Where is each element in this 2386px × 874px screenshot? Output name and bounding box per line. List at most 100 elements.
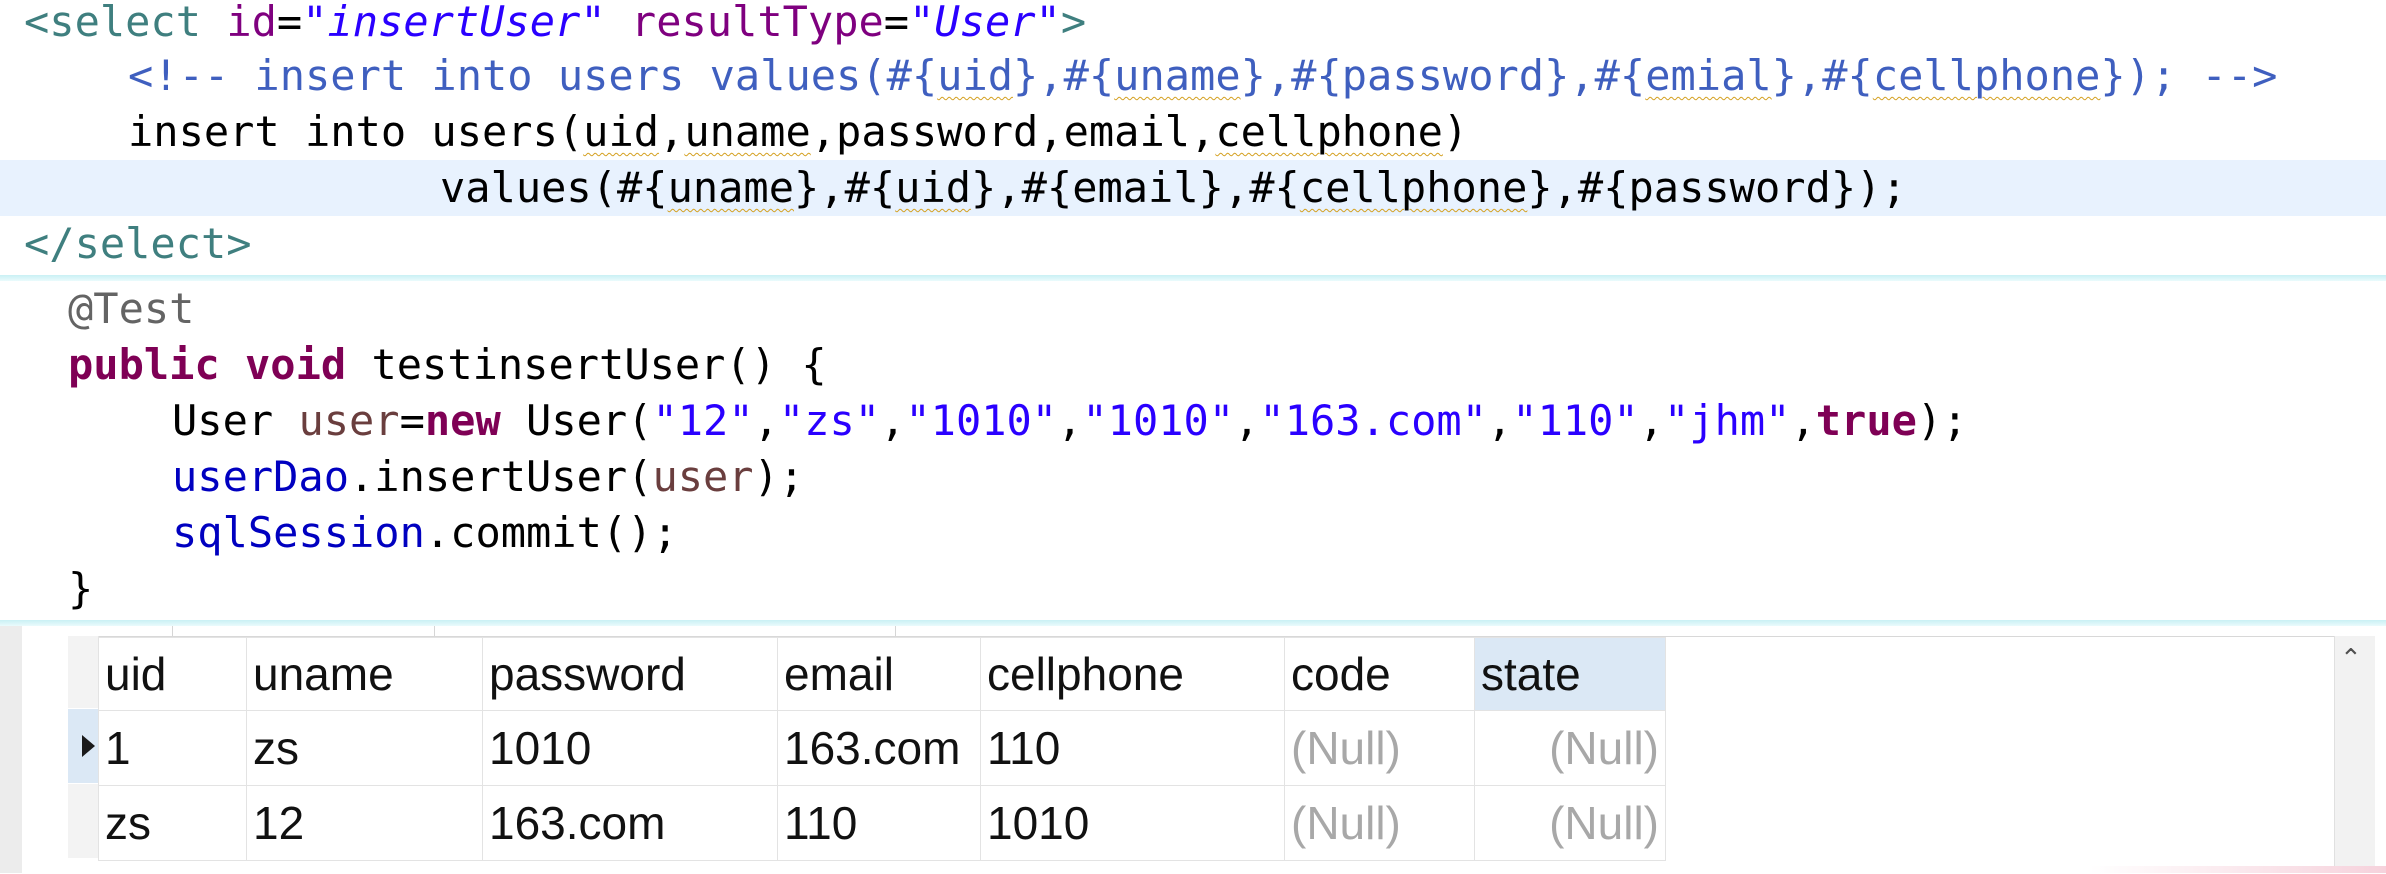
sql-column: uid bbox=[583, 107, 660, 156]
sql-text: , bbox=[659, 107, 685, 156]
status-strip bbox=[2090, 866, 2386, 873]
column-header-state[interactable]: state bbox=[1474, 637, 1666, 711]
row-pointer-icon bbox=[82, 735, 95, 757]
comment-text: cellphone bbox=[1872, 51, 2101, 100]
xml-attr-name: id bbox=[226, 0, 277, 46]
sql-text: ,password,email, bbox=[810, 107, 1216, 156]
table-cell[interactable]: 1010 bbox=[482, 710, 778, 786]
sql-text: ) bbox=[1442, 107, 1469, 156]
code-line-insert: insert into users(uid,uname,password,ema… bbox=[0, 104, 2386, 160]
java-string: "110" bbox=[1512, 396, 1639, 445]
java-string: "1010" bbox=[1082, 396, 1235, 445]
java-string: "jhm" bbox=[1664, 396, 1791, 445]
table-cell[interactable]: 163.com bbox=[482, 785, 778, 861]
sql-param: uid bbox=[895, 163, 972, 212]
row-indicator[interactable] bbox=[68, 784, 99, 858]
column-header-uid[interactable]: uid bbox=[98, 637, 247, 711]
code-line-values-current: values(#{uname},#{uid},#{email},#{cellph… bbox=[0, 160, 2386, 216]
sql-text: insert into users( bbox=[128, 107, 584, 156]
code-line-commit-call: sqlSession.commit(); bbox=[0, 505, 2386, 561]
xml-tag: > bbox=[1060, 0, 1087, 46]
column-header-cellphone[interactable]: cellphone bbox=[980, 637, 1285, 711]
sql-column: uname bbox=[684, 107, 811, 156]
table-cell-null[interactable]: (Null) bbox=[1474, 785, 1666, 861]
grid-gutter bbox=[0, 626, 22, 873]
table-header-row: uid uname password email cellphone code … bbox=[98, 637, 1666, 711]
sql-text: }); bbox=[1830, 163, 1907, 212]
code-line-annotation: @Test bbox=[0, 281, 2386, 337]
result-grid[interactable]: uid uname password email cellphone code … bbox=[68, 636, 2338, 874]
sql-text: },#{ bbox=[1527, 163, 1629, 212]
code-line-select-open: <select id="insertUser" resultType="User… bbox=[0, 0, 2386, 50]
table-row[interactable]: 1 zs 1010 163.com 110 (Null) (Null) bbox=[98, 710, 1666, 786]
java-test-editor[interactable]: @Test public void testinsertUser() { Use… bbox=[0, 281, 2386, 620]
comment-text: uname bbox=[1114, 51, 1241, 100]
result-table: uid uname password email cellphone code … bbox=[98, 637, 1666, 861]
comment-text: uid bbox=[937, 51, 1014, 100]
sql-text: values(#{ bbox=[440, 163, 668, 212]
sql-param: password bbox=[1628, 163, 1831, 212]
java-annotation: @Test bbox=[68, 284, 195, 333]
xml-tag: </select> bbox=[24, 219, 252, 268]
xml-mapper-editor[interactable]: <select id="insertUser" resultType="User… bbox=[0, 0, 2386, 275]
table-cell[interactable]: 1010 bbox=[980, 785, 1285, 861]
table-cell[interactable]: zs bbox=[246, 710, 483, 786]
table-cell[interactable]: zs bbox=[98, 785, 247, 861]
table-cell[interactable]: 12 bbox=[246, 785, 483, 861]
java-string: "12" bbox=[652, 396, 754, 445]
sql-text: },#{ bbox=[1198, 163, 1300, 212]
java-keyword: new bbox=[424, 396, 501, 445]
code-line-new-user: User user=new User("12","zs","1010","101… bbox=[172, 396, 1968, 445]
comment-text: },#{ bbox=[1771, 51, 1873, 100]
java-type: User bbox=[172, 396, 299, 445]
column-header-email[interactable]: email bbox=[777, 637, 981, 711]
java-field: sqlSession bbox=[172, 508, 425, 557]
xml-attr-value: "User" bbox=[909, 0, 1061, 46]
table-cell[interactable]: 163.com bbox=[777, 710, 981, 786]
xml-tag: <select bbox=[24, 0, 202, 46]
sql-text: },#{ bbox=[794, 163, 896, 212]
java-ctor: User( bbox=[500, 396, 653, 445]
closing-brace: } bbox=[68, 564, 94, 613]
java-operator: = bbox=[399, 396, 425, 445]
comment-text: },#{ bbox=[1013, 51, 1115, 100]
code-line-method-sig: public void testinsertUser() { bbox=[0, 337, 2386, 393]
table-cell-null[interactable]: (Null) bbox=[1284, 710, 1475, 786]
column-header-password[interactable]: password bbox=[482, 637, 778, 711]
table-cell[interactable]: 110 bbox=[777, 785, 981, 861]
comment-text: },#{ bbox=[1544, 51, 1646, 100]
xml-attr-value: "insertUser" bbox=[302, 0, 606, 46]
xml-attr-name: resultType bbox=[630, 0, 884, 46]
code-line-close-brace: } bbox=[0, 561, 2386, 617]
table-cell[interactable]: 110 bbox=[980, 710, 1285, 786]
table-row[interactable]: zs 12 163.com 110 1010 (Null) (Null) bbox=[98, 785, 1666, 861]
comment-text: },#{ bbox=[1240, 51, 1342, 100]
java-call: .commit(); bbox=[424, 508, 678, 557]
java-string: "1010" bbox=[905, 396, 1058, 445]
table-cell-null[interactable]: (Null) bbox=[1474, 710, 1666, 786]
row-indicator-selected[interactable] bbox=[68, 709, 99, 783]
code-line-comment: <!-- insert into users values(#{uid},#{u… bbox=[0, 48, 2386, 104]
sql-text: },#{ bbox=[971, 163, 1073, 212]
java-keyword: public bbox=[68, 340, 220, 389]
java-string: "zs" bbox=[778, 396, 881, 445]
table-cell-null[interactable]: (Null) bbox=[1284, 785, 1475, 861]
java-keyword: void bbox=[245, 340, 347, 389]
table-cell[interactable]: 1 bbox=[98, 710, 247, 786]
column-header-uname[interactable]: uname bbox=[246, 637, 483, 711]
sql-param: cellphone bbox=[1299, 163, 1528, 212]
java-keyword: true bbox=[1815, 396, 1917, 445]
comment-text: password bbox=[1341, 51, 1545, 100]
column-header-code[interactable]: code bbox=[1284, 637, 1475, 711]
java-string: "163.com" bbox=[1259, 396, 1487, 445]
comment-text: emial bbox=[1645, 51, 1772, 100]
code-line-insert-call: userDao.insertUser(user); bbox=[172, 452, 805, 501]
sql-column: cellphone bbox=[1215, 107, 1443, 156]
sql-param: uname bbox=[667, 163, 795, 212]
java-local-var: user bbox=[298, 396, 400, 445]
scroll-up-icon[interactable]: ⌃ bbox=[2340, 646, 2362, 672]
row-indicator-header bbox=[68, 636, 99, 708]
java-call: .insertUser( bbox=[349, 452, 653, 501]
comment-text: }); --> bbox=[2100, 51, 2278, 100]
java-field: userDao bbox=[172, 452, 350, 501]
